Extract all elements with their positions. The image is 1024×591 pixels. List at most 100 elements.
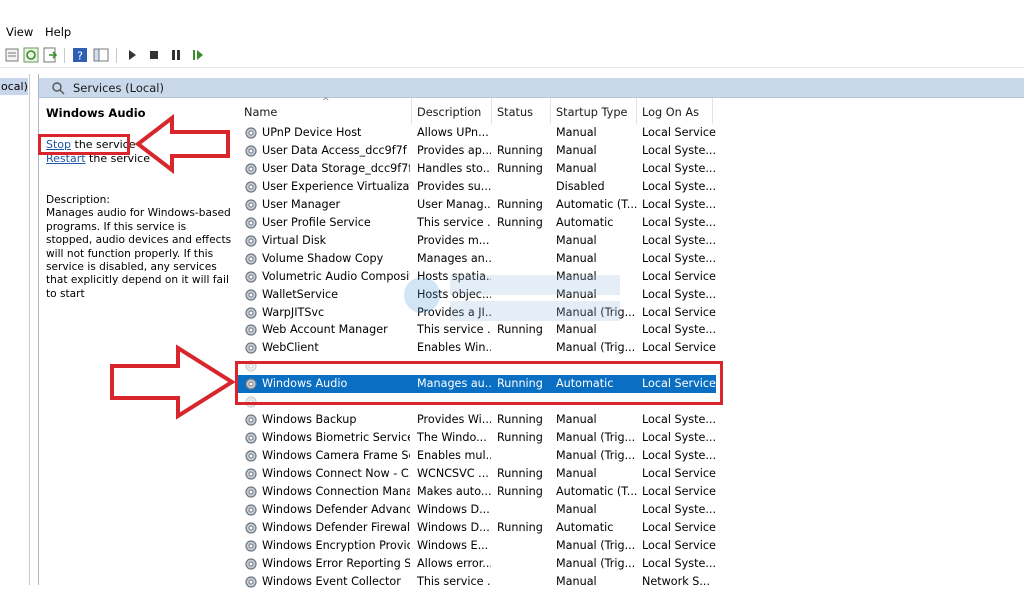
cell-log-on-as: Network S... (642, 574, 711, 588)
highlight-box-selected-row (235, 361, 723, 405)
table-row[interactable]: Windows Backup Provides Wi... Running Manua… (236, 411, 716, 429)
cell-name: Windows Defender Advanc... (262, 502, 410, 516)
cell-name: User Data Access_dcc9f7f (262, 143, 407, 157)
cell-name: Windows Biometric Service (262, 431, 410, 445)
table-row[interactable]: Windows Connection Mana... Makes auto... R… (236, 483, 716, 501)
restart-service-icon[interactable] (190, 47, 206, 63)
cell-log-on-as: Local Syste... (642, 431, 716, 445)
menu-help[interactable]: Help (45, 25, 71, 39)
cell-log-on-as: Local Syste... (642, 233, 716, 247)
cell-log-on-as: Local Service (642, 269, 716, 283)
cell-description: This service ... (417, 574, 491, 588)
column-description[interactable]: Description (417, 106, 481, 119)
cell-log-on-as: Local Service (642, 520, 716, 534)
table-row[interactable]: Windows Encryption Provid... Windows E...… (236, 537, 716, 555)
service-gear-icon (245, 576, 257, 588)
cell-name: Windows Encryption Provid... (262, 538, 410, 552)
menu-view[interactable]: View (6, 25, 33, 39)
service-gear-icon (245, 324, 257, 337)
service-gear-icon (245, 199, 257, 211)
cell-log-on-as: Local Syste... (642, 556, 716, 570)
menu-bar: View Help (0, 22, 1024, 44)
description-label: Description: (46, 194, 110, 206)
table-row[interactable]: Windows Error Reporting Se... Allows erro… (236, 555, 716, 573)
stop-service-icon[interactable] (146, 47, 162, 63)
table-row[interactable]: User Experience Virtualizati... Provides … (236, 178, 716, 196)
cell-log-on-as: Local Syste... (642, 502, 716, 516)
column-status[interactable]: Status (497, 106, 533, 119)
service-gear-icon (245, 540, 257, 552)
table-row[interactable]: Windows Defender Firewall Windows D... Run… (236, 519, 716, 537)
column-log-on-as[interactable]: Log On As (642, 106, 699, 119)
cell-description: Handles sto... (417, 161, 491, 175)
service-gear-icon (245, 235, 257, 247)
cell-startup-type: Manual (556, 574, 597, 588)
toolbar: ? (0, 44, 1024, 68)
table-row[interactable]: Windows Event Collector This service ... M… (236, 573, 716, 591)
service-gear-icon (245, 342, 257, 354)
cell-log-on-as: Local Syste... (642, 179, 716, 193)
cell-description: Windows E... (417, 538, 489, 552)
service-gear-icon (245, 253, 257, 265)
cell-startup-type: Automatic (T... (556, 485, 638, 498)
cell-status: Running (497, 485, 543, 498)
table-row[interactable]: Windows Connect Now - C... WCNCSVC ... Run… (236, 465, 716, 483)
start-service-icon[interactable] (124, 47, 140, 63)
cell-description: Provides su... (417, 179, 491, 193)
cell-startup-type: Manual (Trig... (556, 538, 636, 552)
cell-startup-type: Manual (Trig... (556, 449, 636, 463)
cell-startup-type: Manual (Trig... (556, 556, 636, 570)
refresh-icon[interactable] (23, 47, 39, 63)
table-row[interactable]: Windows Camera Frame Se... Enables mul...… (236, 447, 716, 465)
panel-header: Services (Local) (39, 78, 1024, 98)
table-row[interactable]: Windows Biometric Service The Windo... Run… (236, 429, 716, 447)
properties-icon[interactable] (4, 47, 20, 63)
view-pane-icon[interactable] (93, 47, 109, 63)
cell-status: Running (497, 161, 543, 175)
cell-name: Windows Error Reporting Se... (262, 556, 410, 570)
cell-description: Enables mul... (417, 449, 491, 463)
cell-status: Running (497, 520, 543, 534)
cell-name: User Data Storage_dcc9f7f (262, 161, 410, 175)
cell-status: Running (497, 467, 543, 481)
cell-log-on-as: Local Syste... (642, 161, 716, 175)
table-row[interactable]: User Data Access_dcc9f7f Provides ap... Ru… (236, 142, 716, 160)
cell-startup-type: Manual (556, 161, 597, 175)
cell-name: User Manager (262, 197, 341, 211)
service-gear-icon (245, 288, 257, 301)
export-list-icon[interactable] (42, 47, 58, 63)
cell-name: User Experience Virtualizati... (262, 179, 410, 193)
table-row[interactable]: User Manager User Manag... Running Automati… (236, 196, 716, 214)
service-gear-icon (245, 504, 257, 516)
cell-name: Windows Backup (262, 413, 357, 427)
tree-item-services-local[interactable]: ocal) (0, 78, 28, 95)
table-row[interactable]: User Data Storage_dcc9f7f Handles sto... R… (236, 160, 716, 178)
cell-status: Running (497, 215, 543, 229)
svg-text:?: ? (77, 50, 83, 63)
sort-ascending-icon: ^ (322, 97, 330, 107)
cell-log-on-as: Local Syste... (642, 197, 716, 211)
cell-description: User Manag... (417, 197, 491, 211)
service-gear-icon (245, 414, 257, 426)
highlight-box-stop (38, 134, 130, 155)
service-gear-icon (245, 486, 257, 498)
table-row[interactable]: User Profile Service This service ... Runn… (236, 214, 716, 232)
table-row[interactable]: Windows Defender Advanc... Windows D... Ma… (236, 501, 716, 519)
cell-description: Allows UPn... (417, 126, 489, 139)
cell-log-on-as: Local Syste... (642, 323, 716, 337)
column-name[interactable]: Name (244, 106, 277, 119)
column-startup-type[interactable]: Startup Type (556, 106, 627, 119)
console-tree: ocal) (0, 74, 30, 585)
cell-startup-type: Manual (556, 502, 597, 516)
table-row[interactable]: UPnP Device Host Allows UPn... Manual Local… (236, 124, 716, 142)
cell-description: Windows D... (417, 520, 490, 534)
cell-name: Volumetric Audio Composit... (262, 269, 410, 283)
help-icon[interactable]: ? (72, 47, 88, 63)
cell-name: Windows Connect Now - C... (262, 467, 410, 481)
pause-service-icon[interactable] (168, 47, 184, 63)
service-gear-icon (245, 468, 257, 480)
cell-log-on-as: Local Service (642, 341, 716, 355)
cell-startup-type: Automatic (556, 520, 614, 534)
cell-log-on-as: Local Syste... (642, 413, 716, 427)
service-gear-icon (245, 127, 257, 139)
